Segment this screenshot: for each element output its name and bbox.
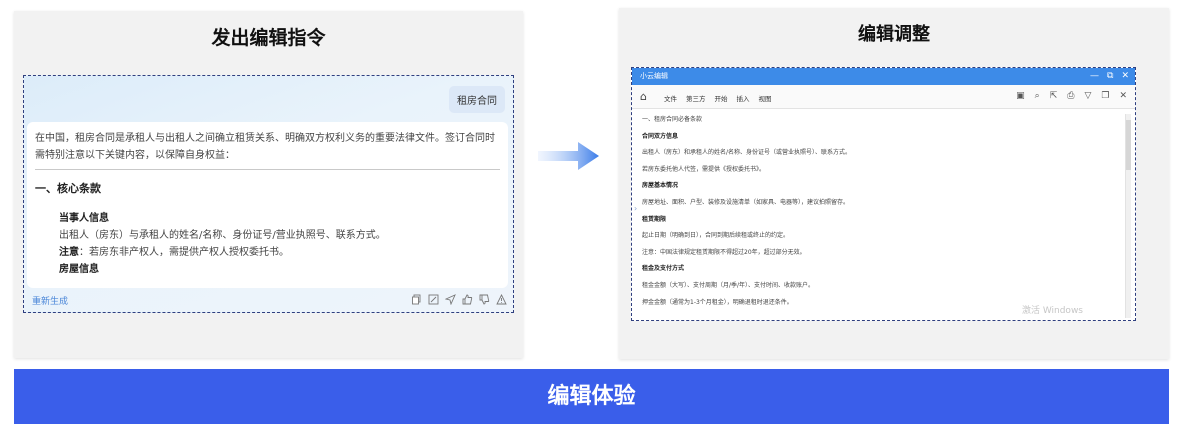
right-arrow-icon <box>538 142 599 170</box>
doc-line: 一、租房合同必备条款 <box>642 116 703 123</box>
panel-title-right: 编辑调整 <box>858 24 930 45</box>
editor-titlebar: 小云编辑 — ⧉ ✕ <box>632 68 1135 85</box>
note-line: 注意：若房东非产权人，需提供产权人授权委托书。 <box>59 244 500 261</box>
section-heading: 一、核心条款 <box>35 182 101 195</box>
chevron-right-icon[interactable]: › <box>634 204 637 213</box>
note-text: ：若房东非产权人，需提供产权人授权委托书。 <box>79 247 289 258</box>
minimize-icon[interactable]: — <box>1090 68 1099 85</box>
user-message-bubble: 租房合同 <box>449 86 505 113</box>
bottom-banner: 编辑体验 <box>14 369 1169 424</box>
editor-tools: ▣ ⌕ ⇱ ⎙ ▽ ❐ ✕ <box>1016 91 1127 101</box>
regenerate-button[interactable]: 重新生成 <box>32 294 68 307</box>
doc-line: 租金金额（大写）、支付周期（月/季/年）、支付时间、收款账户。 <box>642 281 815 289</box>
edit-icon[interactable] <box>428 294 439 305</box>
thumbs-up-icon[interactable] <box>462 294 473 305</box>
panel-title-left: 发出编辑指令 <box>211 27 326 49</box>
doc-heading: 租赁期限 <box>642 215 667 223</box>
editor-menu-item[interactable]: 第三方 <box>686 93 706 103</box>
action-icons <box>411 293 507 306</box>
sub-heading: 房屋信息 <box>59 264 99 275</box>
doc-heading: 房屋基本情况 <box>642 182 679 190</box>
answer-line: 出租人（房东）与承租人的姓名/名称、身份证号/营业执照号、联系方式。 <box>59 230 386 241</box>
maximize-icon[interactable]: ⧉ <box>1107 68 1113 85</box>
copy-icon[interactable] <box>411 294 422 305</box>
editor-window-title: 小云编辑 <box>640 72 668 80</box>
chat-area: 租房合同 在中国，租房合同是承租人与出租人之间确立租赁关系、明确双方权利义务的重… <box>23 75 514 313</box>
doc-line: 房屋地址、面积、户型、装修及设施清单（如家具、电器等），建议拍照留存。 <box>642 198 850 206</box>
editor-menu-item[interactable]: 开始 <box>715 93 728 103</box>
sub-heading: 当事人信息 <box>59 213 109 224</box>
chat-footer: 重新生成 <box>24 292 513 310</box>
thumbs-down-icon[interactable] <box>479 294 490 305</box>
export-icon[interactable]: ⇱ <box>1050 91 1058 101</box>
answer-intro: 在中国，租房合同是承租人与出租人之间确立租赁关系、明确双方权利义务的重要法律文件… <box>35 133 495 161</box>
doc-line: 出租人（房东）和承租人的姓名/名称、身份证号（或营业执照号）、联系方式。 <box>642 149 852 157</box>
right-panel: 编辑调整 小云编辑 — ⧉ ✕ ⌂ 文件 第三方 开始 插入 视图 ▣ ⌕ ⇱ ⎙ ▽ … <box>619 8 1169 359</box>
note-label: 注意 <box>59 247 79 258</box>
editor-menu: 文件 第三方 开始 插入 视图 <box>664 93 772 103</box>
editor-toolbar: ⌂ 文件 第三方 开始 插入 视图 ▣ ⌕ ⇱ ⎙ ▽ ❐ ✕ <box>632 85 1135 109</box>
editor-menu-item[interactable]: 视图 <box>759 93 772 103</box>
doc-line: 注意：中国法律规定租赁期限不得超过20年，超过部分无效。 <box>642 248 806 256</box>
close-doc-icon[interactable]: ✕ <box>1119 91 1127 101</box>
answer-card: 在中国，租房合同是承租人与出租人之间确立租赁关系、明确双方权利义务的重要法律文件… <box>27 122 508 288</box>
scrollbar-thumb[interactable] <box>1126 120 1131 170</box>
doc-line: 起止日期（明确到日），合同到期后续租或终止的约定。 <box>642 232 790 240</box>
share-icon[interactable] <box>444 294 456 306</box>
windows-watermark: 激活 Windows <box>1021 306 1083 316</box>
doc-heading: 租金及支付方式 <box>642 265 685 273</box>
filter-icon[interactable]: ▽ <box>1084 91 1091 101</box>
editor-window: 小云编辑 — ⧉ ✕ ⌂ 文件 第三方 开始 插入 视图 ▣ ⌕ ⇱ ⎙ ▽ ❐ ✕ ›… <box>631 67 1136 321</box>
editor-menu-item[interactable]: 插入 <box>737 93 750 103</box>
close-icon[interactable]: ✕ <box>1121 68 1129 85</box>
warning-icon[interactable] <box>496 293 507 305</box>
left-panel: 发出编辑指令 租房合同 在中国，租房合同是承租人与出租人之间确立租赁关系、明确双… <box>14 11 523 358</box>
present-icon[interactable]: ⎙ <box>1067 91 1074 101</box>
avatar-icon[interactable]: ▣ <box>1016 91 1025 101</box>
search-icon[interactable]: ⌕ <box>1035 91 1040 101</box>
doc-heading: 合同双方信息 <box>642 132 679 140</box>
editor-menu-item[interactable]: 文件 <box>664 93 677 103</box>
home-icon[interactable]: ⌂ <box>640 90 647 103</box>
divider <box>35 169 500 170</box>
editor-document[interactable]: 一、租房合同必备条款 合同双方信息出租人（房东）和承租人的姓名/名称、身份证号（或… <box>642 116 1121 320</box>
scrollbar[interactable] <box>1125 114 1131 318</box>
restore-icon[interactable]: ❐ <box>1101 91 1109 101</box>
doc-line: 若房东委托他人代签，需提供《授权委托书》。 <box>642 165 766 173</box>
